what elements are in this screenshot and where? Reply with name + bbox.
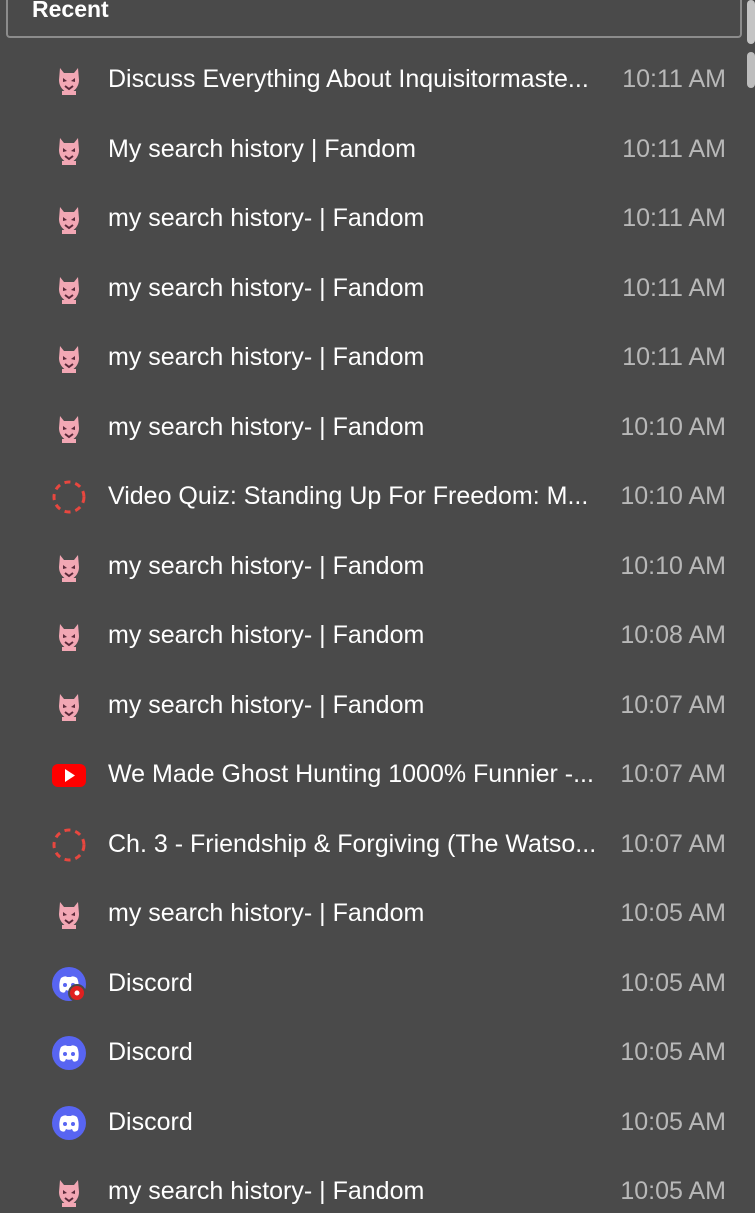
history-item-time: 10:07 AM [620,829,726,858]
history-item-time: 10:11 AM [622,343,726,371]
history-item-time: 10:05 AM [620,1107,726,1136]
history-item[interactable]: my search history- | Fandom 10:10 AM [0,532,755,602]
fandom-icon [51,201,87,237]
history-item-title: my search history- | Fandom [108,204,425,232]
history-item[interactable]: my search history- | Fandom 10:11 AM [0,323,755,393]
fandom-icon [51,896,87,932]
history-item-title: Discord [108,1107,193,1136]
history-item-title: Discord [108,968,193,997]
history-item-time: 10:10 AM [620,551,726,580]
discord-icon [51,1035,87,1071]
history-item-title: my search history- | Fandom [108,343,425,371]
history-item-title: my search history- | Fandom [108,273,425,302]
history-item[interactable]: my search history- | Fandom 10:05 AM [0,879,755,949]
history-item[interactable]: Discord 10:05 AM [0,949,755,1019]
history-item[interactable]: my search history- | Fandom 10:07 AM [0,671,755,741]
history-item-time: 10:05 AM [620,968,726,997]
fandom-icon [51,688,87,724]
fandom-icon [51,410,87,446]
history-item-title: Discuss Everything About Inquisitormaste… [108,65,589,93]
history-item[interactable]: Discord 10:05 AM [0,1018,755,1088]
section-title: Recent [32,0,109,22]
history-item[interactable]: my search history- | Fandom 10:10 AM [0,393,755,463]
history-item[interactable]: my search history- | Fandom 10:08 AM [0,601,755,671]
history-item-time: 10:08 AM [620,621,726,649]
history-item-time: 10:11 AM [622,273,726,302]
history-item-time: 10:05 AM [620,1038,726,1066]
history-item-title: my search history- | Fandom [108,1177,425,1205]
history-item[interactable]: Discord 10:05 AM [0,1088,755,1158]
history-item[interactable]: my search history- | Fandom 10:11 AM [0,254,755,324]
history-item-title: my search history- | Fandom [108,899,425,927]
discord-notification-icon [51,966,87,1002]
history-item-title: We Made Ghost Hunting 1000% Funnier -... [108,760,594,788]
history-item-time: 10:07 AM [620,690,726,719]
fandom-icon [51,132,87,168]
recent-header[interactable]: Recent [6,0,742,38]
history-item-title: Video Quiz: Standing Up For Freedom: M..… [108,482,589,510]
fandom-icon [51,271,87,307]
history-list: Discuss Everything About Inquisitormaste… [0,45,755,1213]
history-item[interactable]: my search history- | Fandom 10:05 AM [0,1157,755,1213]
history-item-time: 10:11 AM [622,65,726,93]
history-item[interactable]: my search history- | Fandom 10:11 AM [0,184,755,254]
fandom-icon [51,618,87,654]
history-item-title: my search history- | Fandom [108,621,425,649]
history-item-time: 10:11 AM [622,204,726,232]
history-panel: Recent Discuss Everything About Inquisit… [0,0,755,1213]
fandom-icon [51,340,87,376]
history-item-time: 10:07 AM [620,760,726,788]
history-item-title: My search history | Fandom [108,134,416,163]
history-item[interactable]: My search history | Fandom 10:11 AM [0,115,755,185]
history-item-title: my search history- | Fandom [108,412,425,441]
history-item-time: 10:05 AM [620,1177,726,1205]
loading-circle-icon [51,827,87,863]
discord-icon [51,1105,87,1141]
history-item[interactable]: Video Quiz: Standing Up For Freedom: M..… [0,462,755,532]
history-item-title: Ch. 3 - Friendship & Forgiving (The Wats… [108,829,597,858]
history-item-time: 10:11 AM [622,134,726,163]
history-item-time: 10:10 AM [620,482,726,510]
scrollbar-thumb[interactable] [747,0,755,44]
fandom-icon [51,62,87,98]
history-item-time: 10:05 AM [620,899,726,927]
fandom-icon [51,1174,87,1210]
history-item[interactable]: Ch. 3 - Friendship & Forgiving (The Wats… [0,810,755,880]
history-item[interactable]: Discuss Everything About Inquisitormaste… [0,45,755,115]
loading-circle-icon [51,479,87,515]
history-item-title: my search history- | Fandom [108,551,425,580]
history-item-title: my search history- | Fandom [108,690,425,719]
history-item[interactable]: We Made Ghost Hunting 1000% Funnier -...… [0,740,755,810]
fandom-icon [51,549,87,585]
history-item-time: 10:10 AM [620,412,726,441]
history-item-title: Discord [108,1038,193,1066]
youtube-icon [51,757,87,793]
